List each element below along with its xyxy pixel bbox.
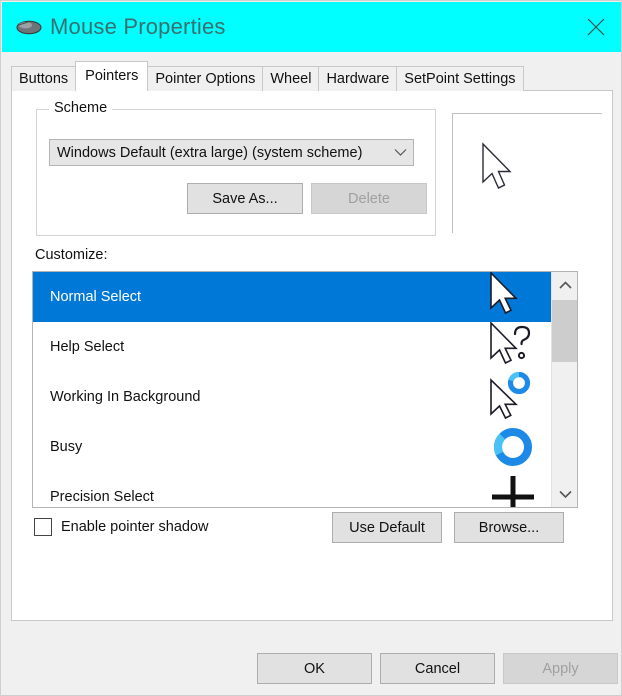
pointer-list-scrollbar[interactable] (551, 272, 577, 507)
arrow-cursor-icon (489, 272, 551, 322)
crosshair-icon (489, 472, 551, 507)
title-bar: Mouse Properties (2, 2, 621, 52)
mouse-properties-dialog: Mouse Properties Buttons Pointers Pointe… (0, 0, 622, 696)
scheme-group-label: Scheme (49, 100, 113, 116)
delete-button: Delete (311, 183, 427, 214)
scheme-dropdown[interactable]: Windows Default (extra large) (system sc… (49, 139, 414, 166)
checkbox-box (34, 518, 52, 536)
enable-pointer-shadow-label: Enable pointer shadow (61, 519, 209, 535)
list-item-label: Precision Select (50, 489, 154, 505)
chevron-down-icon (387, 148, 413, 157)
list-item-label: Working In Background (50, 389, 201, 405)
mouse-icon (16, 17, 42, 37)
list-item-label: Help Select (50, 339, 125, 355)
arrow-question-cursor-icon (489, 322, 551, 372)
list-item-label: Busy (50, 439, 83, 455)
customize-label: Customize: (35, 247, 108, 263)
window-title: Mouse Properties (50, 14, 226, 39)
tab-buttons[interactable]: Buttons (11, 66, 77, 91)
save-as-button[interactable]: Save As... (187, 183, 303, 214)
close-icon[interactable] (570, 2, 621, 52)
pointers-tab-panel: Scheme Windows Default (extra large) (sy… (11, 90, 613, 621)
enable-pointer-shadow-checkbox[interactable]: Enable pointer shadow (34, 518, 209, 536)
tab-pointer-options[interactable]: Pointer Options (147, 66, 264, 91)
pointer-list[interactable]: Normal Select Help Select Working In Bac… (32, 271, 578, 508)
use-default-button[interactable]: Use Default (332, 512, 442, 543)
busy-ring-icon (489, 422, 551, 472)
scheme-group: Scheme Windows Default (extra large) (sy… (36, 100, 436, 236)
ok-button[interactable]: OK (257, 653, 372, 684)
scrollbar-thumb[interactable] (552, 300, 577, 362)
arrow-busy-ring-cursor-icon (489, 372, 551, 422)
tab-setpoint-settings[interactable]: SetPoint Settings (396, 66, 524, 91)
list-item[interactable]: Help Select (33, 322, 551, 372)
list-item[interactable]: Normal Select (33, 272, 551, 322)
chevron-down-icon[interactable] (552, 481, 577, 507)
apply-button: Apply (503, 653, 618, 684)
tab-wheel[interactable]: Wheel (262, 66, 320, 91)
chevron-up-icon[interactable] (552, 272, 577, 298)
tab-hardware[interactable]: Hardware (318, 66, 398, 91)
list-item[interactable]: Working In Background (33, 372, 551, 422)
browse-button[interactable]: Browse... (454, 512, 564, 543)
tab-pointers[interactable]: Pointers (75, 61, 149, 91)
pointer-list-items: Normal Select Help Select Working In Bac… (33, 272, 551, 507)
tab-strip: Buttons Pointers Pointer Options Wheel H… (11, 61, 524, 91)
pointer-preview-pane (452, 113, 602, 233)
cancel-button[interactable]: Cancel (380, 653, 495, 684)
arrow-cursor-icon (481, 142, 521, 199)
list-item[interactable]: Precision Select (33, 472, 551, 507)
list-item[interactable]: Busy (33, 422, 551, 472)
list-item-label: Normal Select (50, 289, 142, 305)
scheme-dropdown-value: Windows Default (extra large) (system sc… (57, 144, 363, 161)
